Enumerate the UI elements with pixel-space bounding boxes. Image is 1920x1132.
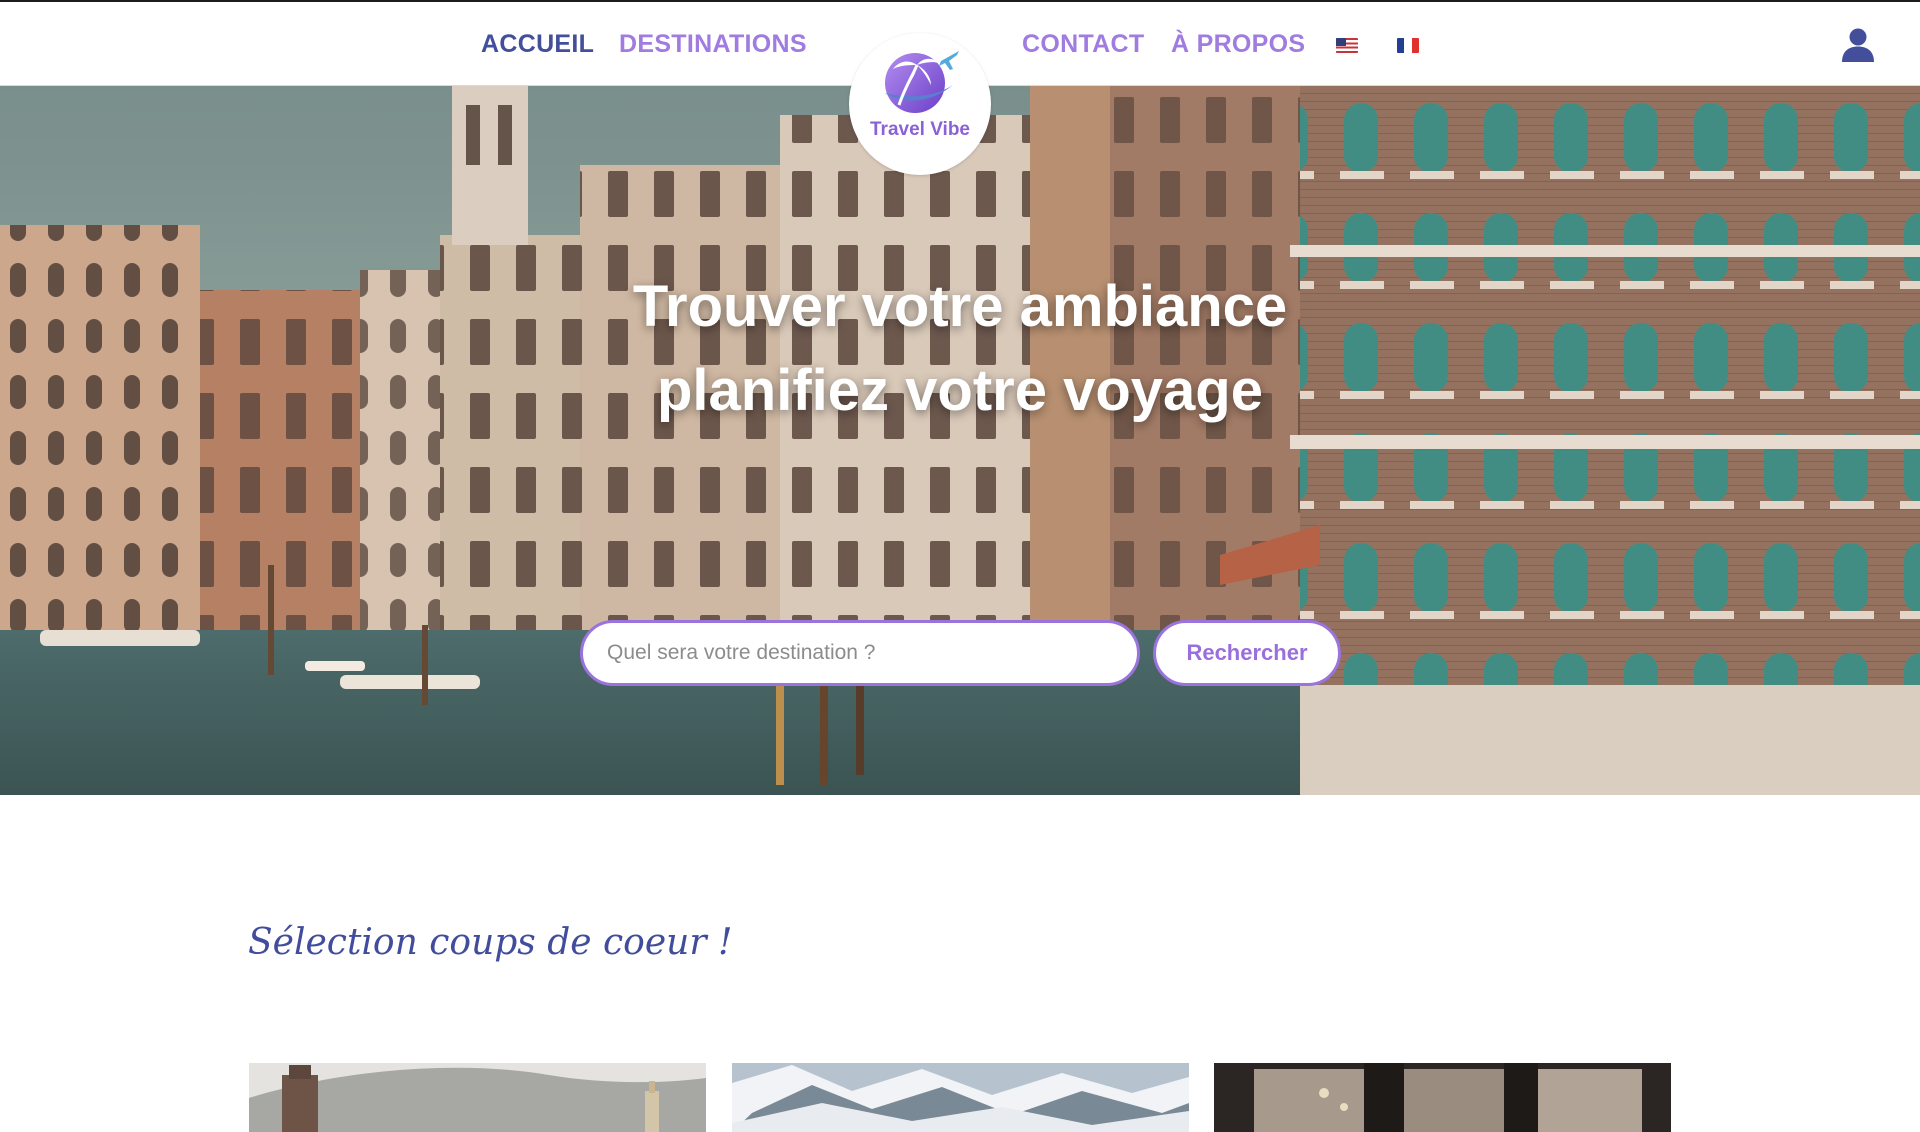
hero-title-line2: planifiez votre voyage xyxy=(657,358,1263,423)
flag-fr-icon[interactable] xyxy=(1397,38,1419,53)
card-snowy-mountains-image[interactable] xyxy=(732,1063,1189,1132)
nav-destinations[interactable]: DESTINATIONS xyxy=(619,30,807,59)
section-title: Sélection coups de coeur ! xyxy=(248,922,733,963)
nav-a-propos[interactable]: À PROPOS xyxy=(1171,30,1305,59)
card-tower-city-image[interactable] xyxy=(249,1063,706,1132)
logo-text: Travel Vibe xyxy=(870,119,970,140)
hero-title-line1: Trouver votre ambiance xyxy=(632,274,1288,339)
hero-section: Trouver votre ambiance planifiez votre v… xyxy=(0,85,1920,795)
travel-vibe-logo[interactable]: Travel Vibe xyxy=(849,33,991,175)
search-button[interactable]: Rechercher xyxy=(1153,620,1341,686)
palm-tree-airplane-icon xyxy=(885,51,959,113)
user-icon[interactable] xyxy=(1840,27,1876,63)
search-input[interactable] xyxy=(580,620,1140,686)
flag-us-icon[interactable] xyxy=(1336,38,1358,53)
nav-accueil[interactable]: ACCUEIL xyxy=(481,30,594,59)
nav-contact[interactable]: CONTACT xyxy=(1022,30,1144,59)
hero-title: Trouver votre ambiance planifiez votre v… xyxy=(0,265,1920,433)
card-interior-image[interactable] xyxy=(1214,1063,1671,1132)
venice-canal-photo xyxy=(0,85,1920,795)
